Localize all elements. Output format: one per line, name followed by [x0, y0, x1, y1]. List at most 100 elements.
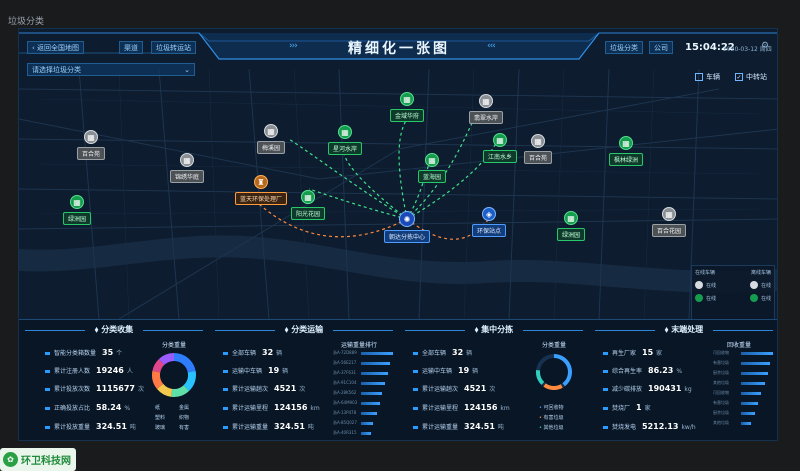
- stat-row: 焚烧厂 1 家: [603, 403, 651, 412]
- map-node[interactable]: ▦ 锦绣华庭: [169, 153, 205, 183]
- stat-row: 累计运输重量 324.51 吨: [413, 422, 504, 431]
- bar: [361, 362, 390, 365]
- map-node[interactable]: ▦ 百合花园: [651, 207, 687, 237]
- map-node-label: 百合花园: [651, 224, 687, 237]
- bar-row: 浙A·56E217: [333, 360, 395, 366]
- map-node-label: 金域华府: [389, 109, 425, 122]
- vehicle-checkbox[interactable]: [695, 73, 703, 81]
- transfer-checkbox[interactable]: ✓: [735, 73, 743, 81]
- bar-label: 浙A·28K562: [333, 390, 357, 395]
- map-node-label: 绿洲园: [556, 228, 586, 241]
- logo-icon: ✿: [3, 452, 18, 467]
- map-node-label: 蓝海园: [417, 170, 447, 183]
- chart-title: 运输重量排行: [340, 342, 377, 349]
- chart-title: 回收重量: [726, 342, 751, 349]
- building-icon: ▦: [83, 130, 98, 144]
- bar-label: 有害垃圾: [713, 400, 729, 405]
- stat-row: 焚烧发电 5212.13 kw/h: [603, 422, 696, 431]
- map-node[interactable]: ♜ 蓝天环保处理厂: [234, 175, 288, 205]
- bar: [741, 392, 762, 395]
- building-icon: ▦: [69, 195, 84, 209]
- bar-label: 浙A·91C104: [333, 380, 357, 385]
- weight-donut-chart: [152, 353, 196, 397]
- map-node[interactable]: ▦ 绿洲园: [556, 211, 586, 241]
- bar-row: 浙A·85Q027: [333, 420, 395, 426]
- section-transport: ⬧ 分类运输 全部车辆 32 辆 运输中车辆 19 辆 累计运输趟次 4521 次 累计运输…: [209, 320, 399, 440]
- legend-item: • 其他垃圾: [539, 425, 564, 431]
- status-dot: [695, 281, 703, 289]
- building-icon: ▦: [337, 125, 352, 139]
- bar-label: 浙A·13P478: [333, 410, 357, 415]
- map-node-label: 百合苑: [76, 147, 106, 160]
- building-icon: ▦: [478, 94, 493, 108]
- bar: [741, 352, 774, 355]
- district-select[interactable]: 请选择垃圾分类 ⌄: [27, 63, 195, 76]
- status-dot: [749, 281, 758, 289]
- gauge-segment: [536, 369, 545, 385]
- section-final: ⬧ 末端处理 再生厂家 15 家 综合再生率 86.23% 减少碳排放 190431 kg…: [589, 320, 777, 440]
- sorting-center-node[interactable]: ✺ 朝达分拣中心: [383, 211, 431, 243]
- building-icon: ▦: [263, 124, 278, 138]
- bar: [361, 432, 371, 435]
- tab-channel[interactable]: 渠道: [119, 41, 143, 54]
- layer-toggle-transfer[interactable]: ✓ 中转站: [735, 72, 767, 82]
- building-icon: ▦: [179, 153, 194, 167]
- dashboard-frame: ▦百合苑▦锦绣华庭▦绿洲园▦梅溪园▦星河水岸▦金域华府▦紫荆花园▦蓝海园▦翡翠水…: [18, 28, 778, 441]
- bar-label: 浙A·40R315: [333, 430, 357, 435]
- bottom-panel: ⬧ 分类收集 智能分类箱数量 35 个 累计注册人数 19246 人 累计投放次数 111…: [19, 319, 777, 440]
- bar: [741, 402, 758, 405]
- map-node[interactable]: ▦ 翡翠水岸: [468, 94, 504, 124]
- bar-label: 其他垃圾: [713, 380, 729, 385]
- building-icon: ◈: [481, 207, 496, 221]
- sorting-ring-chart: [536, 354, 572, 390]
- map-node[interactable]: ▦ 绿洲园: [62, 195, 92, 225]
- tab-transfer-station[interactable]: 垃圾转运站: [151, 41, 196, 54]
- layer-toggle-vehicle[interactable]: 车辆: [695, 72, 720, 82]
- map-node[interactable]: ▦ 枫林绿洲: [608, 136, 644, 166]
- map-node[interactable]: ▦ 星河水岸: [327, 125, 363, 155]
- bar-row: 浙A·28K562: [333, 390, 395, 396]
- stat-row: 全部车辆 32 辆: [413, 348, 472, 357]
- section-title: ⬧ 分类收集: [94, 325, 134, 334]
- map-node[interactable]: ▦ 蓝海园: [417, 153, 447, 183]
- bar: [361, 412, 377, 415]
- donut-segment: [158, 353, 175, 366]
- section-title: ⬧ 末端处理: [664, 325, 704, 334]
- stat-row: 累计投放次数 1115677 次: [45, 384, 144, 393]
- map-node[interactable]: ▦ 阳光花园: [290, 190, 326, 220]
- map-node-label: 枫林绿洲: [608, 153, 644, 166]
- bar: [361, 422, 374, 425]
- map-node[interactable]: ▦ 百合苑: [523, 134, 553, 164]
- map-node-label: 翡翠水岸: [468, 111, 504, 124]
- back-button[interactable]: ‹ 返回全国地图: [27, 41, 85, 54]
- status-dot: [695, 294, 703, 302]
- donut-segment: [152, 358, 165, 373]
- map-node[interactable]: ▦ 江南水乡: [482, 133, 518, 163]
- building-icon: ▦: [530, 134, 545, 148]
- stat-row: 累计运输里程 124156 km: [413, 403, 510, 412]
- stat-row: 运输中车辆 19 辆: [223, 366, 288, 375]
- bar: [741, 422, 752, 425]
- map-node[interactable]: ▦ 梅溪园: [256, 124, 286, 154]
- map-node-label: 绿洲园: [62, 212, 92, 225]
- map-node[interactable]: ◈ 环保站点: [471, 207, 507, 237]
- bar: [741, 362, 771, 365]
- stat-row: 综合再生率 86.23%: [603, 366, 682, 375]
- bar: [361, 372, 388, 375]
- bar-label: 浙A·37F631: [333, 370, 357, 375]
- chevron-left-icon: ‹‹‹: [487, 41, 496, 51]
- gear-icon[interactable]: ⚙: [761, 41, 769, 51]
- site-watermark: ✿ 环卫科技网: [0, 448, 76, 471]
- donut-segment: [171, 384, 190, 397]
- map-node[interactable]: ▦ 百合苑: [76, 130, 106, 160]
- bar-label: 浙A·56E217: [333, 360, 357, 365]
- bar-row: 浙A·91C104: [333, 380, 395, 386]
- bar-label: 厨余垃圾: [713, 370, 729, 375]
- map-node[interactable]: ▦ 金域华府: [389, 92, 425, 122]
- donut-segment: [152, 370, 164, 390]
- stat-row: 累计投放重量 324.51 吨: [45, 422, 136, 431]
- tab-company[interactable]: 公司: [649, 41, 673, 54]
- stat-row: 减少碳排放 190431 kg: [603, 384, 692, 393]
- tab-garbage-sorting[interactable]: 垃圾分类: [605, 41, 643, 54]
- building-icon: ▦: [661, 207, 676, 221]
